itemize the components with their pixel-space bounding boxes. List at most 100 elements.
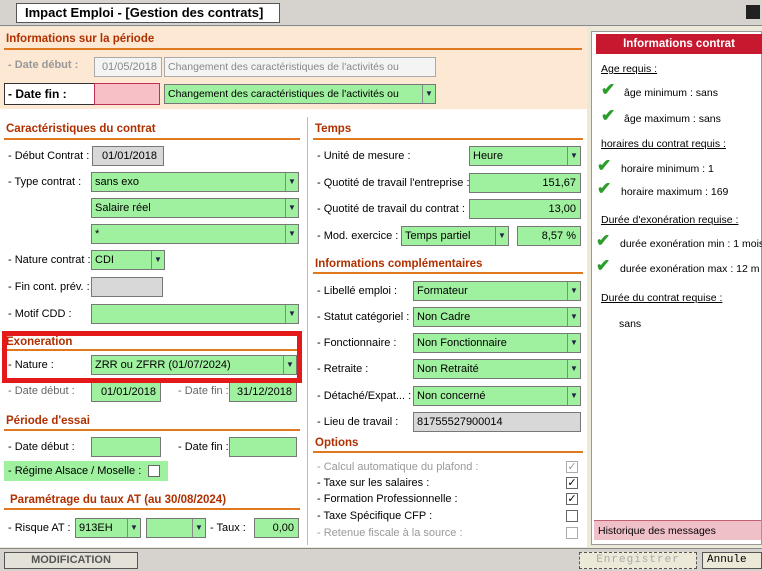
age-max-text: âge maximum : sans <box>624 113 721 125</box>
enregistrer-button[interactable]: Enregistrer <box>579 552 697 569</box>
risque-at-select[interactable]: 913EH ▼ <box>75 518 141 538</box>
chevron-down-icon[interactable]: ▼ <box>567 308 580 326</box>
mode-indicator: MODIFICATION <box>4 552 138 569</box>
duree-contrat-header: Durée du contrat requise : <box>601 292 723 304</box>
chevron-down-icon[interactable]: ▼ <box>127 519 140 537</box>
quotite-contrat-field[interactable]: 13,00 <box>469 199 581 219</box>
status-bar: MODIFICATION Enregistrer Annule <box>0 548 762 571</box>
horaire-max-text: horaire maximum : 169 <box>621 186 729 198</box>
libelle-emploi-select[interactable]: Formateur ▼ <box>413 281 581 301</box>
contrat-nature-label: - Nature contrat : <box>8 254 91 266</box>
chevron-down-icon[interactable]: ▼ <box>285 305 298 323</box>
periode-date-debut-field[interactable]: 01/05/2018 <box>94 57 162 77</box>
unite-select[interactable]: Heure ▼ <box>469 146 581 166</box>
annuler-button[interactable]: Annule <box>702 552 762 569</box>
contrat-type-select[interactable]: sans exo ▼ <box>91 172 299 192</box>
taux-at-divider <box>4 508 300 510</box>
temps-header: Temps <box>315 123 352 135</box>
chevron-down-icon[interactable]: ▼ <box>495 227 508 245</box>
option-calcul-label: - Calcul automatique du plafond : <box>317 461 479 473</box>
risque-at-secondary-select[interactable]: ▼ <box>146 518 206 538</box>
taux-at-header: Paramétrage du taux AT (au 30/08/2024) <box>10 494 227 506</box>
periode-motif-fin-select[interactable]: Changement des caractéristiques de l'act… <box>164 84 436 104</box>
option-cfp-label: - Taxe Spécifique CFP : <box>317 510 433 522</box>
risque-at-value: 913EH <box>79 522 113 534</box>
contrat-motif-cdd-label: - Motif CDD : <box>8 308 72 320</box>
check-icon: ✔ <box>601 80 616 99</box>
chevron-down-icon[interactable]: ▼ <box>567 147 580 165</box>
check-icon: ✔ <box>596 231 611 250</box>
statut-select[interactable]: Non Cadre ▼ <box>413 307 581 327</box>
contrat-fin-prev-field[interactable] <box>91 277 163 297</box>
chevron-down-icon[interactable]: ▼ <box>567 334 580 352</box>
statut-label: - Statut catégoriel : <box>317 311 410 323</box>
option-retenue-checkbox[interactable] <box>566 527 578 539</box>
periode-header: Informations sur la période <box>6 33 155 45</box>
check-icon: ✔ <box>597 156 612 175</box>
chevron-down-icon[interactable]: ▼ <box>285 225 298 243</box>
exo-max-text: durée exonération max : 12 m <box>620 263 760 275</box>
detache-select[interactable]: Non concerné ▼ <box>413 386 581 406</box>
contrat-type2-select[interactable]: Salaire réel ▼ <box>91 198 299 218</box>
risque-at-label: - Risque AT : <box>8 522 71 534</box>
contrat-type-label: - Type contrat : <box>8 176 82 188</box>
contrat-debut-field[interactable]: 01/01/2018 <box>92 146 164 166</box>
option-formation-checkbox[interactable]: ✓ <box>566 493 578 505</box>
essai-date-fin-label: - Date fin : <box>178 441 229 453</box>
duree-exo-header: Durée d'exonération requise : <box>601 214 739 226</box>
check-icon: ✔ <box>601 106 616 125</box>
horaire-min-text: horaire minimum : 1 <box>621 163 714 175</box>
contrat-nature-select[interactable]: CDI ▼ <box>91 250 165 270</box>
contrat-type2-value: Salaire réel <box>95 202 151 214</box>
contrat-type-value: sans exo <box>95 176 140 188</box>
retraite-select[interactable]: Non Retraité ▼ <box>413 359 581 379</box>
contrat-type3-select[interactable]: * ▼ <box>91 224 299 244</box>
taux-label: - Taux : <box>210 522 246 534</box>
option-retenue-label: - Retenue fiscale à la source : <box>317 527 463 539</box>
chevron-down-icon[interactable]: ▼ <box>567 360 580 378</box>
contrat-motif-cdd-select[interactable]: ▼ <box>91 304 299 324</box>
lieu-travail-field[interactable]: 81755527900014 <box>413 412 581 432</box>
chevron-down-icon[interactable]: ▼ <box>285 199 298 217</box>
periode-motif-fin-value: Changement des caractéristiques de l'act… <box>168 88 399 100</box>
chevron-down-icon[interactable]: ▼ <box>567 282 580 300</box>
historique-messages-button[interactable]: Historique des messages <box>594 520 761 540</box>
chevron-down-icon[interactable]: ▼ <box>285 173 298 191</box>
option-taxe-salaires-checkbox[interactable]: ✓ <box>566 477 578 489</box>
periode-motif-debut-field[interactable]: Changement des caractéristiques de l'act… <box>164 57 436 77</box>
alsace-checkbox[interactable] <box>148 465 160 477</box>
column-separator <box>307 117 308 545</box>
statut-value: Non Cadre <box>417 311 471 323</box>
libelle-emploi-value: Formateur <box>417 285 468 297</box>
essai-date-fin-field[interactable] <box>229 437 297 457</box>
detache-value: Non concerné <box>417 390 486 402</box>
essai-date-debut-label: - Date début : <box>8 441 75 453</box>
fonctionnaire-select[interactable]: Non Fonctionnaire ▼ <box>413 333 581 353</box>
option-cfp-checkbox[interactable] <box>566 510 578 522</box>
option-calcul-checkbox[interactable]: ✓ <box>566 461 578 473</box>
window-close-icon[interactable] <box>746 5 760 19</box>
quotite-ent-field[interactable]: 151,67 <box>469 173 581 193</box>
options-header: Options <box>315 437 359 449</box>
chevron-down-icon[interactable]: ▼ <box>567 387 580 405</box>
libelle-emploi-label: - Libellé emploi : <box>317 285 398 297</box>
panel-title: Informations contrat <box>596 34 762 54</box>
essai-date-debut-field[interactable] <box>91 437 161 457</box>
quotite-contrat-label: - Quotité de travail du contrat : <box>317 203 465 215</box>
mod-exercice-select[interactable]: Temps partiel ▼ <box>401 226 509 246</box>
chevron-down-icon[interactable]: ▼ <box>192 519 205 537</box>
mod-exercice-value: Temps partiel <box>405 230 471 242</box>
window-title: Impact Emploi - [Gestion des contrats] <box>16 3 280 23</box>
mod-exercice-percent[interactable]: 8,57 % <box>517 226 581 246</box>
chevron-down-icon[interactable]: ▼ <box>151 251 164 269</box>
exoneration-date-debut-field[interactable]: 01/01/2018 <box>91 382 161 402</box>
complementaires-header: Informations complémentaires <box>315 258 483 270</box>
lieu-travail-label: - Lieu de travail : <box>317 416 399 428</box>
detache-label: - Détaché/Expat... : <box>317 390 412 402</box>
contrat-fin-prev-label: - Fin cont. prév. : <box>8 281 90 293</box>
option-taxe-salaires-label: - Taxe sur les salaires : <box>317 477 430 489</box>
exoneration-date-fin-field[interactable]: 31/12/2018 <box>229 382 297 402</box>
taux-field[interactable]: 0,00 <box>254 518 299 538</box>
periode-date-fin-field[interactable] <box>94 83 160 105</box>
chevron-down-icon[interactable]: ▼ <box>422 85 435 103</box>
